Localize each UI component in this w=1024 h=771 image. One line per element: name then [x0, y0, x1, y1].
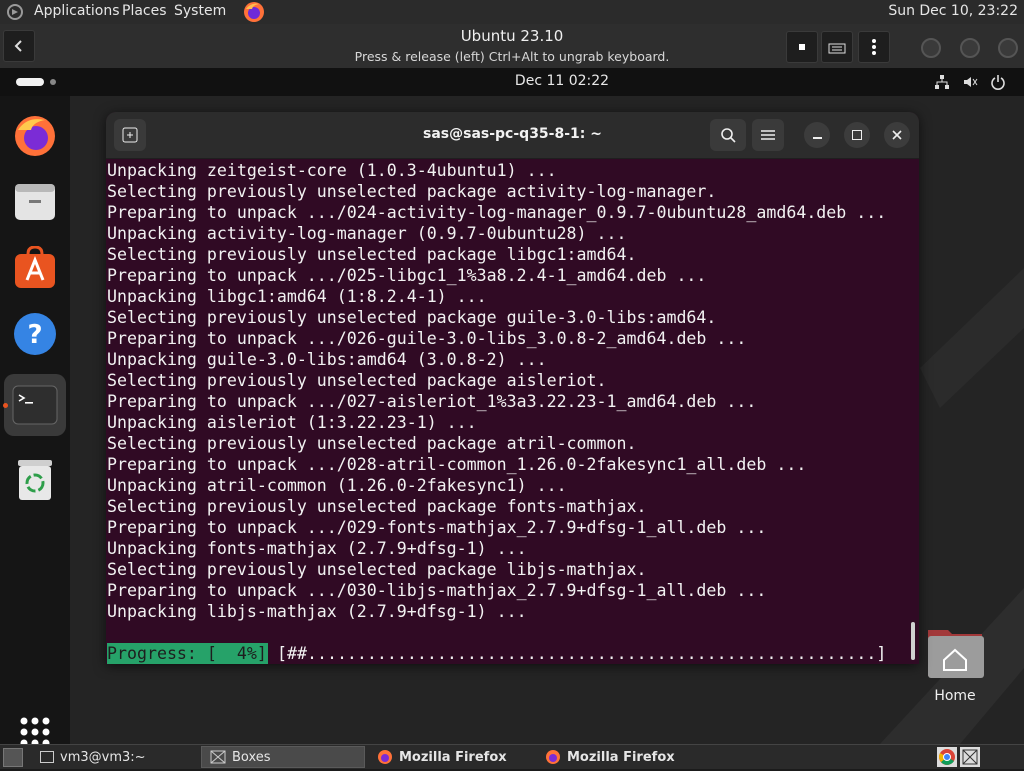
dock-terminal[interactable]	[4, 374, 66, 436]
menu-button[interactable]	[858, 31, 890, 63]
host-top-panel: Applications Places System Sun Dec 10, 2…	[0, 0, 1024, 24]
hamburger-icon	[761, 130, 775, 140]
search-button[interactable]	[710, 119, 746, 151]
chrome-tray-icon[interactable]	[937, 747, 957, 767]
kebab-menu-icon	[872, 39, 876, 55]
output-line: Selecting previously unselected package …	[107, 245, 637, 264]
output-line: Selecting previously unselected package …	[107, 371, 607, 390]
svg-text:?: ?	[27, 320, 42, 350]
output-line: Preparing to unpack .../028-atril-common…	[107, 455, 807, 474]
terminal-title: sas@sas-pc-q35-8-1: ~	[423, 126, 602, 142]
host-logo-icon[interactable]	[6, 3, 24, 21]
output-line: Selecting previously unselected package …	[107, 497, 647, 516]
output-line: Preparing to unpack .../026-guile-3.0-li…	[107, 329, 747, 348]
app-center-icon	[15, 246, 55, 288]
minimize-button[interactable]	[804, 122, 830, 148]
task-label: Mozilla Firefox	[399, 749, 507, 765]
output-line: Unpacking activity-log-manager (0.9.7-0u…	[107, 224, 627, 243]
task-boxes[interactable]: Boxes	[201, 746, 365, 768]
close-button[interactable]	[884, 122, 910, 148]
progress-label: Progress: [ 4%]	[107, 643, 268, 664]
boxes-icon	[210, 750, 226, 764]
dock-app-center[interactable]	[9, 242, 61, 294]
minimize-window-button[interactable]	[921, 38, 941, 58]
keyboard-button[interactable]	[821, 31, 853, 63]
menu-system[interactable]: System	[174, 3, 226, 19]
task-firefox-1[interactable]: Mozilla Firefox	[369, 746, 533, 768]
output-line: Selecting previously unselected package …	[107, 434, 637, 453]
boxes-headerbar: Ubuntu 23.10 Press & release (left) Ctrl…	[0, 24, 1024, 69]
trash-icon	[18, 460, 52, 500]
task-label: Mozilla Firefox	[567, 749, 675, 765]
scrollbar-thumb[interactable]	[911, 622, 915, 660]
progress-bar: [##.....................................…	[277, 644, 887, 663]
maximize-icon	[852, 130, 862, 140]
output-line: Preparing to unpack .../025-libgc1_1%3a8…	[107, 266, 707, 285]
terminal-task-icon	[40, 751, 54, 763]
home-folder-icon	[928, 630, 984, 678]
desktop-home-label[interactable]: Home	[905, 688, 1005, 704]
maximize-button[interactable]	[844, 122, 870, 148]
terminal-icon	[12, 385, 58, 425]
output-line: Preparing to unpack .../030-libjs-mathja…	[107, 581, 767, 600]
pause-button[interactable]	[786, 31, 818, 63]
close-icon	[892, 130, 902, 140]
output-line: Unpacking libgc1:amd64 (1:8.2.4-1) ...	[107, 287, 487, 306]
task-label: Boxes	[232, 749, 271, 765]
firefox-icon	[15, 116, 55, 156]
output-line: Unpacking atril-common (1.26.0-2fakesync…	[107, 476, 567, 495]
network-icon[interactable]	[934, 74, 950, 94]
guest-clock[interactable]: Dec 11 02:22	[0, 73, 1024, 89]
task-label: vm3@vm3:~	[60, 749, 146, 765]
dock: ?	[0, 96, 70, 744]
power-icon[interactable]	[990, 74, 1006, 94]
dock-trash[interactable]	[9, 454, 61, 506]
output-line: Selecting previously unselected package …	[107, 560, 647, 579]
running-indicator	[3, 403, 8, 408]
hamburger-menu-button[interactable]	[752, 119, 784, 151]
stop-square-icon	[799, 44, 805, 50]
show-apps-button[interactable]	[9, 706, 61, 744]
dock-files[interactable]	[9, 176, 61, 228]
host-taskbar: vm3@vm3:~ Boxes Mozilla Firefox Mozilla …	[0, 744, 1024, 769]
maximize-window-button[interactable]	[960, 38, 980, 58]
volume-muted-icon[interactable]	[962, 74, 978, 94]
guest-top-bar: Dec 11 02:22	[0, 68, 1024, 96]
terminal-output[interactable]: Unpacking zeitgeist-core (1.0.3-4ubuntu1…	[106, 158, 919, 664]
output-line: Preparing to unpack .../024-activity-log…	[107, 203, 887, 222]
task-terminal[interactable]: vm3@vm3:~	[32, 746, 197, 768]
output-line: Unpacking fonts-mathjax (2.7.9+dfsg-1) .…	[107, 539, 527, 558]
firefox-task-icon	[378, 750, 392, 764]
menu-applications[interactable]: Applications	[34, 3, 120, 19]
boxes-tray-icon[interactable]	[960, 747, 980, 767]
files-icon	[15, 184, 55, 220]
dock-firefox[interactable]	[9, 110, 61, 162]
terminal-window[interactable]: sas@sas-pc-q35-8-1: ~ Unpacking zeitgeis…	[106, 112, 919, 664]
dock-help[interactable]: ?	[9, 308, 61, 360]
output-line: Preparing to unpack .../029-fonts-mathja…	[107, 518, 767, 537]
close-window-button[interactable]	[998, 38, 1018, 58]
terminal-titlebar[interactable]: sas@sas-pc-q35-8-1: ~	[106, 112, 919, 159]
host-clock[interactable]: Sun Dec 10, 23:22	[888, 3, 1018, 19]
keyboard-icon	[828, 43, 846, 54]
output-line: Unpacking aisleriot (1:3.22.23-1) ...	[107, 413, 477, 432]
app-grid-icon	[20, 717, 50, 744]
output-line: Preparing to unpack .../027-aisleriot_1%…	[107, 392, 757, 411]
output-line: Selecting previously unselected package …	[107, 182, 717, 201]
output-line: Selecting previously unselected package …	[107, 308, 717, 327]
task-firefox-2[interactable]: Mozilla Firefox	[537, 746, 701, 768]
menu-places[interactable]: Places	[122, 3, 167, 19]
minimize-icon	[812, 137, 822, 139]
firefox-task-icon	[546, 750, 560, 764]
show-desktop-icon[interactable]	[3, 748, 23, 767]
search-icon	[721, 128, 736, 143]
output-line: Unpacking zeitgeist-core (1.0.3-4ubuntu1…	[107, 161, 557, 180]
desktop-home[interactable]	[926, 624, 984, 680]
output-line: Unpacking guile-3.0-libs:amd64 (3.0.8-2)…	[107, 350, 547, 369]
help-icon: ?	[14, 313, 56, 355]
output-line: Unpacking libjs-mathjax (2.7.9+dfsg-1) .…	[107, 602, 527, 621]
